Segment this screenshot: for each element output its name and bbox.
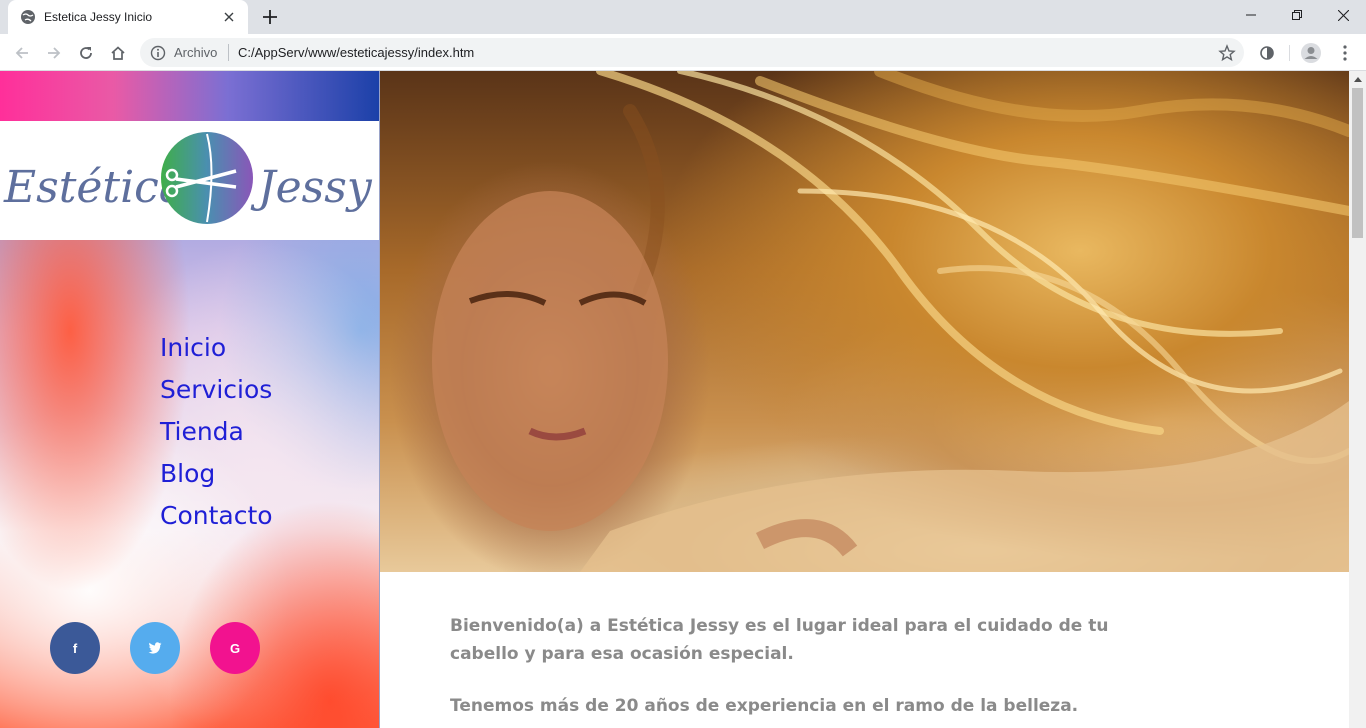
- logo[interactable]: Estética Jessy: [0, 121, 379, 240]
- nav-link-servicios[interactable]: Servicios: [160, 369, 273, 411]
- home-icon: [111, 46, 125, 60]
- facebook-button[interactable]: f: [50, 622, 100, 674]
- browser-toolbar: Archivo C:/AppServ/www/esteticajessy/ind…: [0, 34, 1366, 71]
- twitter-icon: [148, 642, 162, 654]
- active-tab[interactable]: Estetica Jessy Inicio: [8, 0, 248, 34]
- hero-image: [380, 71, 1349, 572]
- kebab-menu-icon[interactable]: [1334, 42, 1356, 64]
- back-button[interactable]: [8, 39, 36, 67]
- window-minimize-button[interactable]: [1228, 0, 1274, 30]
- bookmark-star-icon[interactable]: [1218, 44, 1236, 62]
- info-icon[interactable]: [150, 45, 166, 61]
- hero-hair-illustration: [432, 71, 1349, 572]
- nav-link-inicio[interactable]: Inicio: [160, 327, 273, 369]
- window-close-button[interactable]: [1320, 0, 1366, 30]
- welcome-paragraph: Bienvenido(a) a Estética Jessy es el lug…: [450, 616, 1109, 664]
- extension-icon[interactable]: [1256, 42, 1278, 64]
- toolbar-separator: [1289, 45, 1290, 61]
- forward-button[interactable]: [40, 39, 68, 67]
- facebook-icon: f: [72, 640, 78, 656]
- nav-link-contacto[interactable]: Contacto: [160, 495, 273, 537]
- scrollbar-thumb[interactable]: [1352, 88, 1363, 238]
- reload-button[interactable]: [72, 39, 100, 67]
- page-viewport: Estética Jessy Inicio Servicios Tienda B…: [0, 71, 1366, 728]
- profile-avatar-icon[interactable]: [1300, 42, 1322, 64]
- reload-icon: [80, 47, 92, 59]
- experience-paragraph: Tenemos más de 20 años de experiencia en…: [450, 696, 1079, 716]
- url-scheme-label: Archivo: [174, 45, 218, 60]
- window-restore-button[interactable]: [1274, 0, 1320, 30]
- sidebar: Estética Jessy Inicio Servicios Tienda B…: [0, 71, 380, 728]
- google-icon: G: [229, 640, 241, 656]
- home-button[interactable]: [104, 39, 132, 67]
- url-text[interactable]: C:/AppServ/www/esteticajessy/index.htm: [238, 45, 474, 61]
- tab-strip: Estetica Jessy Inicio: [0, 0, 1366, 34]
- omnibox-separator: [228, 44, 229, 61]
- nav-link-tienda[interactable]: Tienda: [160, 411, 273, 453]
- vertical-scrollbar[interactable]: [1349, 71, 1366, 728]
- scissors-emblem-icon: [161, 132, 253, 224]
- google-plus-button[interactable]: G: [210, 622, 260, 674]
- welcome-section: Bienvenido(a) a Estética Jessy es el lug…: [380, 572, 1349, 728]
- arrow-left-icon: [15, 47, 28, 59]
- globe-icon: [21, 10, 35, 24]
- new-tab-button[interactable]: [258, 5, 282, 29]
- tab-title: Estetica Jessy Inicio: [44, 10, 153, 24]
- logo-text-jessy: Jessy: [258, 162, 372, 213]
- sidebar-gradient-band: [0, 71, 379, 121]
- main-nav: Inicio Servicios Tienda Blog Contacto: [160, 327, 273, 537]
- arrow-right-icon: [48, 47, 61, 59]
- nav-link-blog[interactable]: Blog: [160, 453, 273, 495]
- scroll-up-arrow-icon[interactable]: [1349, 71, 1366, 88]
- tab-close-icon[interactable]: [220, 8, 238, 26]
- twitter-button[interactable]: t: [130, 622, 180, 674]
- address-bar[interactable]: Archivo C:/AppServ/www/esteticajessy/ind…: [140, 38, 1244, 67]
